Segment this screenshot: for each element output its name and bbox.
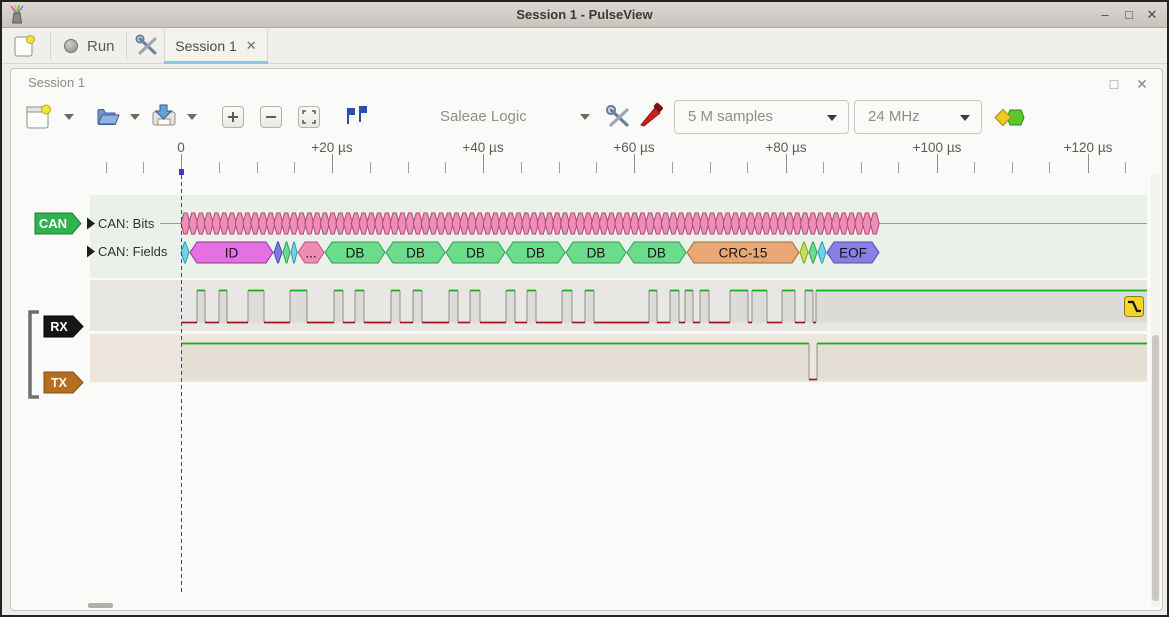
decoder-row-label-bits[interactable]: CAN: Bits — [98, 216, 154, 231]
ruler-minor-tick — [106, 162, 107, 173]
ruler-minor-tick — [823, 162, 824, 173]
ruler-minor-tick — [1012, 162, 1013, 173]
ruler-tick-label: +60 µs — [613, 140, 654, 155]
ruler-minor-tick — [219, 162, 220, 173]
ruler-tick-label: +80 µs — [765, 140, 806, 155]
ruler-tick-label: +100 µs — [913, 140, 962, 155]
timeline-ruler[interactable]: 0 +20 µs +40 µs +60 µs +80 µs +100 µs +120 µs — [2, 2, 1169, 174]
decoder-row-label-fields[interactable]: CAN: Fields — [98, 244, 167, 259]
trigger-marker-falling-edge-icon[interactable] — [1124, 296, 1144, 317]
ruler-minor-tick — [898, 162, 899, 173]
ruler-minor-tick — [672, 162, 673, 173]
pulseview-window: Session 1 - PulseView – □ ✕ Run Session … — [0, 0, 1169, 617]
ruler-minor-tick — [710, 162, 711, 173]
decoder-row-background — [90, 195, 1147, 278]
ruler-minor-tick — [257, 162, 258, 173]
ruler-minor-tick — [1049, 162, 1050, 173]
ruler-tick-label: 0 — [177, 140, 185, 155]
ruler-major-tick — [483, 154, 484, 173]
ruler-minor-tick — [861, 162, 862, 173]
ruler-tick-label: +120 µs — [1064, 140, 1113, 155]
ruler-minor-tick — [1125, 162, 1126, 173]
ruler-minor-tick — [974, 162, 975, 173]
ruler-major-tick — [937, 154, 938, 173]
ruler-major-tick — [332, 154, 333, 173]
vertical-scrollbar-handle[interactable] — [1152, 335, 1159, 601]
ruler-major-tick — [634, 154, 635, 173]
ruler-minor-tick — [294, 162, 295, 173]
ruler-major-tick — [786, 154, 787, 173]
ruler-minor-tick — [143, 162, 144, 173]
ruler-minor-tick — [521, 162, 522, 173]
ruler-minor-tick — [596, 162, 597, 173]
tx-row-background — [90, 334, 1147, 382]
ruler-minor-tick — [445, 162, 446, 173]
ruler-minor-tick — [408, 162, 409, 173]
ruler-minor-tick — [559, 162, 560, 173]
ruler-minor-tick — [747, 162, 748, 173]
ruler-minor-tick — [370, 162, 371, 173]
ruler-major-tick — [1088, 154, 1089, 173]
ruler-tick-label: +20 µs — [311, 140, 352, 155]
horizontal-scrollbar-handle[interactable] — [88, 603, 113, 608]
rx-row-background — [90, 280, 1147, 331]
ruler-tick-label: +40 µs — [462, 140, 503, 155]
ruler-major-tick — [181, 154, 182, 173]
